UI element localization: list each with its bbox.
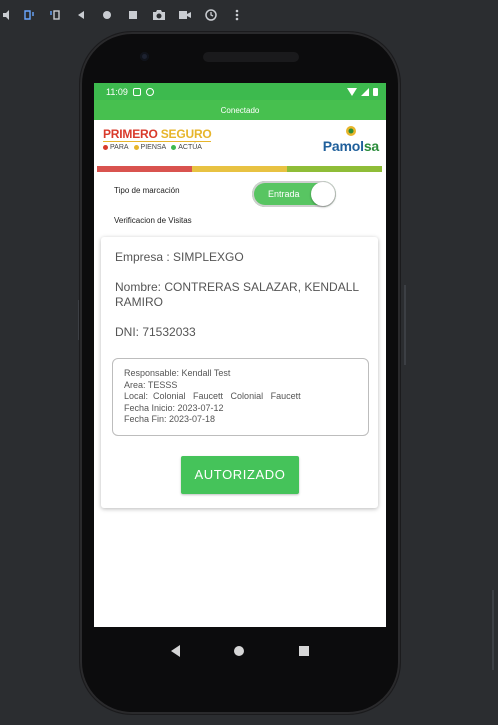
front-camera-icon — [140, 52, 149, 61]
video-icon[interactable] — [172, 2, 198, 28]
sync-icon — [145, 87, 154, 96]
rotate-right-icon[interactable] — [42, 2, 68, 28]
overview-icon[interactable] — [120, 2, 146, 28]
dot-icon — [103, 144, 108, 150]
scrollbar[interactable] — [492, 590, 494, 670]
tagline-piensa: PIENSA — [140, 144, 167, 151]
more-icon[interactable] — [224, 2, 250, 28]
emulator-toolbar — [0, 0, 498, 30]
drop-icon — [345, 124, 357, 137]
marking-type-row: Tipo de marcación Entrada — [94, 172, 386, 207]
logo-text-part1: Pamol — [322, 138, 364, 154]
tagline-actua: ACTÚA — [178, 144, 202, 151]
visit-card: Empresa : SIMPLEXGO Nombre: CONTRERAS SA… — [101, 237, 378, 508]
battery-icon — [373, 87, 378, 96]
nav-home-icon[interactable] — [234, 646, 245, 656]
wifi-icon — [347, 87, 357, 96]
dot-icon — [133, 144, 139, 150]
fecha-fin-text: Fecha Fin: 2023-07-18 — [124, 414, 216, 424]
toggle-label: Entrada — [268, 189, 300, 199]
tagline-para: PARA — [110, 144, 129, 151]
section-label: Verificacion de Visitas — [114, 216, 192, 225]
brand-header: PRIMERO SEGURO PARA PIENSA ACTÚA Pamolsa — [94, 120, 386, 166]
brand-title-part2: SEGURO — [160, 127, 212, 141]
connection-bar: Conectado — [94, 100, 386, 120]
app-screen: 11:09 Conectado PRIMERO SEGURO PARA PIEN… — [94, 83, 386, 627]
visit-details-box: Responsable: Kendall Test Area: TESSS Lo… — [112, 358, 369, 436]
area-text: Area: TESSS — [124, 380, 178, 390]
logo-text-part2: sa — [363, 138, 379, 154]
dni-text: DNI: 71532033 — [115, 325, 196, 339]
fecha-inicio-text: Fecha Inicio: 2023-07-12 — [124, 403, 224, 413]
marking-type-label: Tipo de marcación — [114, 186, 180, 195]
responsable-text: Responsable: Kendall Test — [124, 368, 231, 378]
back-icon[interactable] — [68, 2, 94, 28]
clock: 11:09 — [106, 86, 128, 97]
speaker-grille — [203, 52, 299, 62]
signal-icon — [361, 87, 369, 96]
empresa-text: Empresa : SIMPLEXGO — [115, 250, 244, 264]
nombre-text: Nombre: CONTRERAS SALAZAR, KENDALL — [115, 280, 360, 294]
local-text: Local: Colonial Faucett Colonial Faucett — [124, 391, 301, 401]
autorizado-button[interactable]: AUTORIZADO — [181, 456, 299, 494]
primero-seguro-logo: PRIMERO SEGURO PARA PIENSA ACTÚA — [103, 128, 212, 151]
sd-card-icon — [132, 87, 141, 96]
rotate-left-icon[interactable] — [16, 2, 42, 28]
home-icon[interactable] — [94, 2, 120, 28]
camera-icon[interactable] — [146, 2, 172, 28]
connection-status: Conectado — [220, 105, 260, 115]
pamolsa-logo: Pamolsa — [323, 124, 379, 154]
nombre-text-cont: RAMIRO — [115, 295, 163, 309]
nav-back-icon[interactable] — [171, 645, 181, 657]
volume-icon[interactable] — [0, 2, 16, 28]
frame-divider — [404, 285, 406, 365]
android-nav-bar — [94, 627, 386, 675]
nav-recents-icon[interactable] — [298, 646, 309, 656]
brand-title-part1: PRIMERO — [103, 127, 161, 141]
status-bar: 11:09 — [94, 83, 386, 100]
dot-icon — [171, 144, 177, 150]
toggle-knob[interactable] — [311, 182, 335, 206]
replay-icon[interactable] — [198, 2, 224, 28]
entrada-toggle[interactable]: Entrada — [252, 181, 336, 207]
